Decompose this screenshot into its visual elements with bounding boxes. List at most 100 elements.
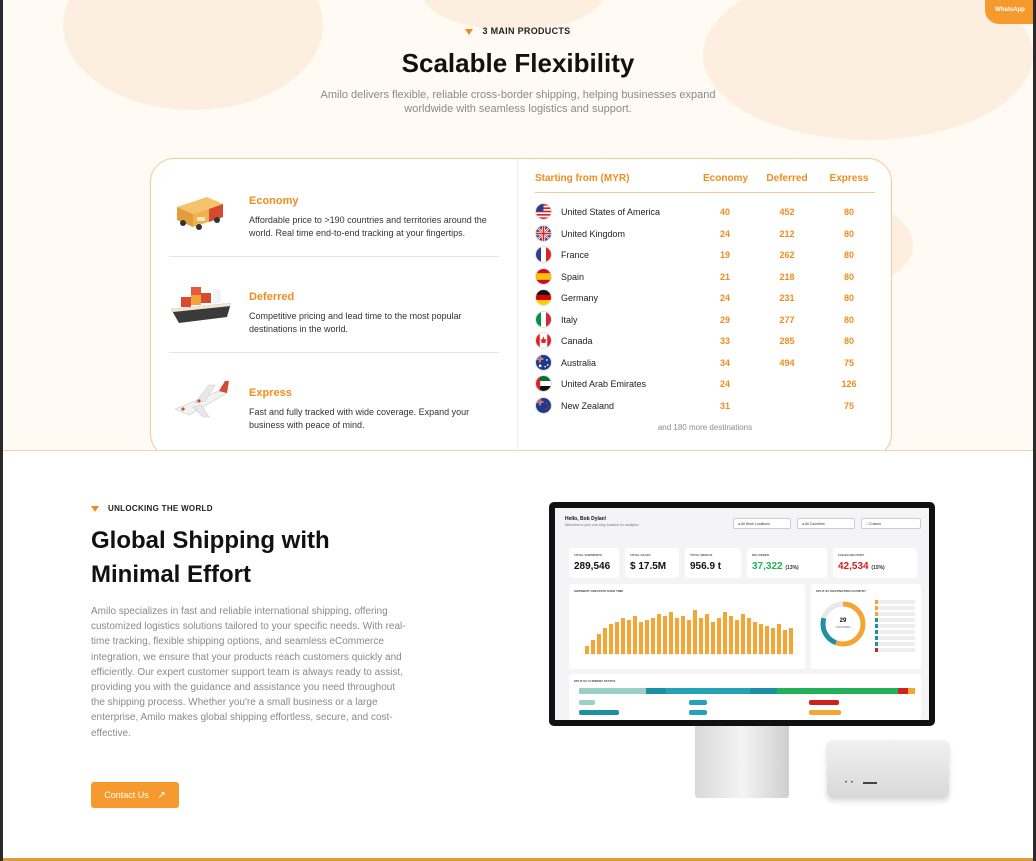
uk-flag-icon <box>535 224 552 242</box>
product-deferred: Deferred Competitive pricing and lead ti… <box>169 263 501 359</box>
italy-flag-icon <box>535 310 552 328</box>
product-separator <box>169 256 499 257</box>
table-row: Spain 21 218 80 <box>535 266 875 288</box>
filter-countries-dropdown[interactable]: ● All Countries <box>797 518 855 529</box>
price-express: 80 <box>843 293 854 303</box>
monitor-mockup: Hello, Bob Dylan! Welcome to your one-st… <box>549 502 935 726</box>
price-express: 80 <box>843 271 854 282</box>
shipment-chart-panel: SHIPMENT CREATION OVER TIME <box>569 584 805 669</box>
dashboard-greeting-sub: Welcome to your one-stop location for an… <box>565 523 639 527</box>
destination-donut-panel: SPLIT BY DESTINATION COUNTRY 29 COUNTRIE… <box>811 584 921 669</box>
price-express: 75 <box>843 357 854 368</box>
destination-donut-chart <box>820 601 866 647</box>
table-row: Italy 29 277 80 <box>535 309 875 331</box>
kpi-total-weight: TOTAL WEIGHT 956.9 t <box>685 548 741 578</box>
global-shipping-section: UNLOCKING THE WORLD Global Shipping with… <box>3 452 1033 861</box>
product-express: Express Fast and fully tracked with wide… <box>169 359 501 450</box>
country-name: Spain <box>561 271 585 282</box>
price-deferred: 277 <box>779 314 795 325</box>
product-separator <box>169 352 499 353</box>
price-economy: 19 <box>719 250 730 260</box>
price-economy: 31 <box>719 400 730 411</box>
spain-flag-icon <box>535 267 552 285</box>
australia-flag-icon <box>535 353 552 371</box>
table-row: United Kingdom 24 212 80 <box>535 223 875 245</box>
country-name: Canada <box>561 336 593 346</box>
price-deferred: 262 <box>779 250 795 260</box>
price-economy: 24 <box>719 379 730 389</box>
price-economy: 21 <box>719 271 730 282</box>
card-slot <box>863 782 877 784</box>
port-dots-icon: • • <box>845 780 854 786</box>
product-description: Fast and fully tracked with wide coverag… <box>249 407 470 430</box>
section-subtitle: Amilo delivers flexible, reliable cross-… <box>320 89 716 115</box>
country-name: France <box>561 250 590 260</box>
france-flag-icon <box>535 246 552 263</box>
price-express: 80 <box>843 207 854 217</box>
kpi-failed-delivery: FAILED DELIVERY 42,534 (15%) <box>833 548 917 578</box>
whatsapp-button[interactable]: WhatsApp <box>985 0 1033 24</box>
section-paragraph: Amilo specializes in fast and reliable i… <box>91 606 406 739</box>
table-header: Starting from (MYR) Economy Deferred Exp… <box>535 173 875 193</box>
card-divider <box>517 159 518 450</box>
price-express: 75 <box>843 400 854 411</box>
cargo-ship-icon <box>171 287 231 323</box>
price-express: 80 <box>843 250 854 260</box>
contact-us-button[interactable]: Contact Us ↗ <box>91 782 179 808</box>
us-flag-icon <box>535 203 552 220</box>
uae-flag-icon <box>535 375 552 392</box>
donut-legend <box>875 600 915 652</box>
filter-locations-dropdown[interactable]: ● All Work Locations <box>733 518 791 529</box>
price-deferred: 218 <box>779 271 795 282</box>
price-economy: 29 <box>719 314 730 325</box>
country-name: United Kingdom <box>561 228 626 239</box>
triangle-marker-icon <box>465 28 474 35</box>
airplane-icon <box>174 381 229 418</box>
price-economy: 24 <box>719 293 730 303</box>
product-description: Affordable price to >190 countries and t… <box>249 215 487 238</box>
price-economy: 40 <box>719 207 730 217</box>
kpi-total-shipments: TOTAL SHIPMENTS 289,546 <box>569 548 619 578</box>
price-economy: 34 <box>719 357 730 368</box>
price-deferred: 285 <box>779 336 795 346</box>
new-zealand-flag-icon <box>535 396 552 414</box>
dashboard-greeting: Hello, Bob Dylan! <box>565 516 607 522</box>
price-express: 80 <box>843 314 854 325</box>
header-express: Express <box>829 173 869 184</box>
table-row: United Arab Emirates 24 126 <box>535 373 875 395</box>
section-eyebrow: 3 MAIN PRODUCTS <box>3 26 1033 36</box>
kpi-delivered: DELIVERED 37,322 (13%) <box>747 548 827 578</box>
germany-flag-icon <box>535 289 552 306</box>
section-eyebrow: UNLOCKING THE WORLD <box>91 504 213 513</box>
kpi-total-sales: TOTAL SALES $ 17.5M <box>625 548 679 578</box>
country-name: United Arab Emirates <box>561 379 647 389</box>
table-row: Germany 24 231 80 <box>535 287 875 309</box>
products-card: Economy Affordable price to >190 countri… <box>150 158 892 450</box>
price-express: 80 <box>843 336 854 346</box>
page-frame: WhatsApp 3 MAIN PRODUCTS Scalable Flexib… <box>0 0 1036 861</box>
truck-icon <box>177 197 223 230</box>
product-title: Deferred <box>249 291 295 303</box>
country-name: United States of America <box>561 207 661 217</box>
price-deferred: 494 <box>779 357 795 368</box>
products-section: WhatsApp 3 MAIN PRODUCTS Scalable Flexib… <box>3 0 1033 451</box>
more-destinations-note: and 180 more destinations <box>657 423 753 432</box>
filter-date-dropdown[interactable]: □ Custom <box>861 518 921 529</box>
price-deferred: 452 <box>779 207 795 217</box>
table-row: Australia 34 494 75 <box>535 352 875 374</box>
price-economy: 33 <box>719 336 730 346</box>
country-name: Italy <box>561 314 578 325</box>
pricing-table: Starting from (MYR) Economy Deferred Exp… <box>535 173 875 416</box>
shipment-bar-chart <box>583 610 799 655</box>
product-title: Economy <box>249 195 299 207</box>
dashboard-screen: Hello, Bob Dylan! Welcome to your one-st… <box>555 508 929 720</box>
section-title: Global Shipping with Minimal Effort <box>91 527 330 588</box>
table-row: Canada 33 285 80 <box>535 330 875 352</box>
country-name: Germany <box>561 293 599 303</box>
mini-pc-mockup: • • <box>827 740 949 798</box>
header-deferred: Deferred <box>766 173 808 184</box>
price-economy: 24 <box>719 228 730 239</box>
price-deferred: 231 <box>779 293 795 303</box>
donut-center-caption: COUNTRIES <box>835 626 851 629</box>
price-express: 80 <box>843 228 854 239</box>
